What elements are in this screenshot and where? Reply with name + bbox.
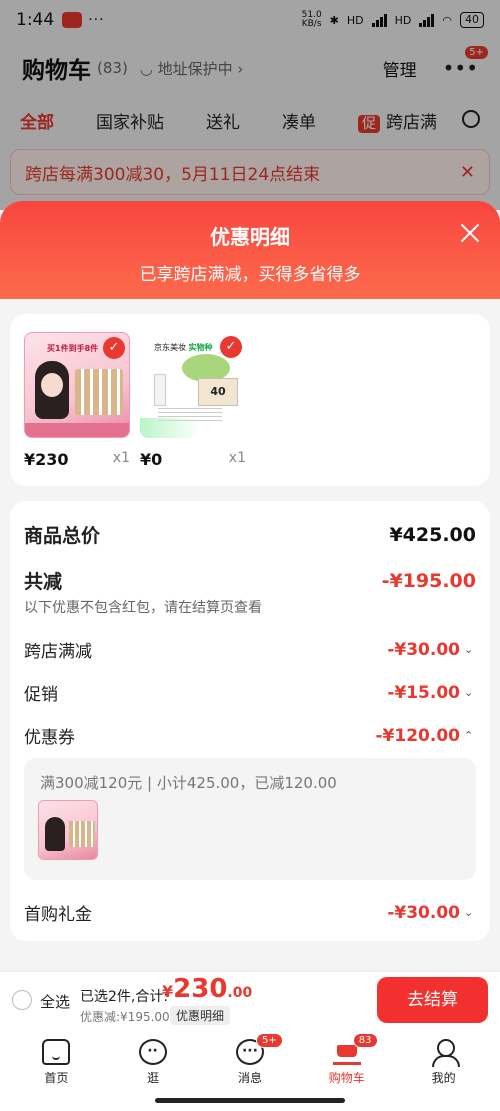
chevron-down-icon: ⌄ — [464, 686, 474, 699]
checkout-button[interactable]: 去结算 — [377, 977, 488, 1023]
sheet-title: 优惠明细 — [210, 225, 290, 249]
coupon-description: 满300减120元 | 小计425.00，已减120.00 — [40, 774, 337, 792]
discount-value: -¥30.00 — [387, 902, 460, 923]
product-price: ¥230 — [24, 450, 69, 469]
reduction-note: 以下优惠不包含红包，请在结算页查看 — [24, 600, 262, 616]
home-icon — [42, 1039, 71, 1065]
tab-home[interactable]: 首页 — [16, 1031, 96, 1111]
product-item[interactable]: 京东美妆 实物种 40 ✓ ¥0 x1 — [140, 332, 246, 469]
product-brand: 京东美妆 实物种 — [154, 343, 213, 352]
total-reduction-label: 共减 — [24, 571, 63, 593]
discount-detail-sheet: 优惠明细 已享跨店满减，买得多省得多 买1件到手8件 ✓ ¥230 x1 京东美… — [0, 201, 500, 971]
promotion-row[interactable]: 促销 -¥15.00 ⌄ — [24, 680, 476, 706]
home-indicator[interactable] — [155, 1098, 345, 1103]
discount-label: 首购礼金 — [24, 905, 92, 925]
product-qty: x1 — [112, 450, 130, 466]
discount-value: -¥15.00 — [387, 682, 460, 703]
discount-value: -¥30.00 — [387, 639, 460, 660]
checkout-total: ¥230.00 — [162, 974, 253, 1004]
tab-profile[interactable]: 我的 — [404, 1031, 484, 1111]
chevron-down-icon: ⌄ — [464, 906, 474, 919]
checked-icon: ✓ — [103, 337, 125, 359]
checked-icon: ✓ — [220, 336, 242, 358]
message-badge: 5+ — [255, 1033, 283, 1048]
price-detail-card: 商品总价 ¥425.00 共减 -¥195.00 以下优惠不包含红包，请在结算页… — [10, 501, 490, 941]
select-all-label[interactable]: 全选 — [40, 991, 70, 1012]
close-icon[interactable] — [458, 221, 482, 245]
sheet-subtitle: 已享跨店满减，买得多省得多 — [139, 265, 361, 285]
total-reduction-row: 共减 -¥195.00 — [24, 567, 476, 594]
discount-value: -¥120.00 — [375, 725, 461, 746]
product-price: ¥0 — [140, 450, 163, 469]
sheet-header: 优惠明细 已享跨店满减，买得多省得多 — [0, 201, 500, 299]
saved-amount: 优惠减:¥195.00 — [80, 1010, 170, 1024]
products-card: 买1件到手8件 ✓ ¥230 x1 京东美妆 实物种 40 ✓ ¥0 x1 — [10, 314, 490, 486]
product-qty: x1 — [228, 450, 246, 466]
browse-icon — [139, 1039, 168, 1065]
discount-detail-button[interactable]: 优惠明细 — [170, 1006, 231, 1025]
cart-badge: 83 — [352, 1033, 378, 1048]
total-reduction-value: -¥195.00 — [381, 569, 476, 592]
overlay-dim[interactable] — [0, 0, 500, 210]
discount-label: 优惠券 — [24, 728, 75, 748]
coupon-detail-box: 满300减120元 | 小计425.00，已减120.00 — [24, 758, 476, 880]
first-purchase-gift-row[interactable]: 首购礼金 -¥30.00 ⌄ — [24, 900, 476, 926]
total-price-row: 商品总价 ¥425.00 — [24, 521, 476, 548]
product-image: 京东美妆 实物种 40 ✓ — [140, 332, 246, 438]
coupon-row[interactable]: 优惠券 -¥120.00 ⌃ — [24, 723, 476, 749]
selected-summary: 已选2件,合计: — [80, 989, 169, 1005]
product-item[interactable]: 买1件到手8件 ✓ ¥230 x1 — [24, 332, 130, 469]
product-image: 买1件到手8件 ✓ — [24, 332, 130, 438]
chevron-up-icon: ⌃ — [464, 729, 474, 742]
total-price-label: 商品总价 — [24, 525, 101, 547]
chevron-down-icon: ⌄ — [464, 643, 474, 656]
coupon-product-thumbnail — [38, 800, 98, 860]
cross-store-discount-row[interactable]: 跨店满减 -¥30.00 ⌄ — [24, 637, 476, 663]
product-image-text: 买1件到手8件 — [47, 344, 99, 353]
checkout-bar: 全选 已选2件,合计: ¥230.00 优惠减:¥195.00 优惠明细 去结算 — [0, 971, 500, 1031]
product-box-label: 40 — [198, 378, 238, 406]
discount-label: 促销 — [24, 685, 58, 705]
profile-icon — [430, 1039, 460, 1067]
select-all-checkbox[interactable] — [12, 990, 32, 1010]
discount-label: 跨店满减 — [24, 642, 92, 662]
total-price-value: ¥425.00 — [389, 523, 476, 546]
